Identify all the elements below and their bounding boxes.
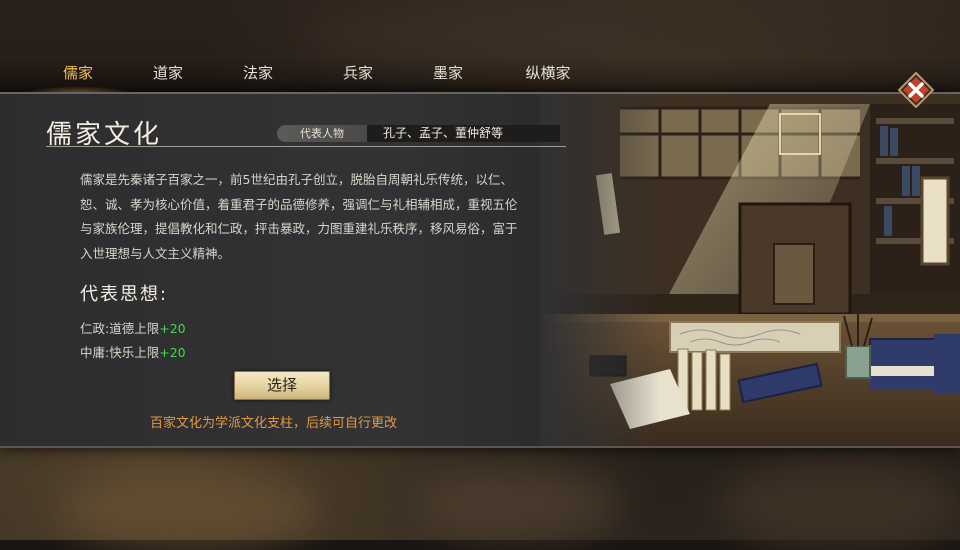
idea-effect: 道德上限 — [109, 321, 160, 336]
idea-item: 中庸:快乐上限+20 — [80, 342, 186, 361]
close-x-icon — [897, 71, 935, 109]
ideas-heading: 代表思想: — [80, 284, 169, 305]
tab-diplomacy[interactable]: 纵横家 — [518, 56, 578, 92]
idea-bonus: +20 — [159, 345, 186, 360]
representative-label: 代表人物 — [277, 125, 367, 142]
school-detail-panel: 儒家文化 代表人物 孔子、孟子、董仲舒等 儒家是先秦诸子百家之一，前5世纪由孔子… — [0, 92, 960, 448]
title-divider — [46, 146, 566, 147]
school-note: 百家文化为学派文化支柱，后续可自行更改 — [150, 416, 398, 431]
school-tab-bar: 儒家 道家 法家 兵家 墨家 纵横家 — [0, 56, 960, 96]
school-description: 儒家是先秦诸子百家之一，前5世纪由孔子创立，脱胎自周朝礼乐传统，以仁、恕、诚、孝… — [80, 172, 518, 261]
idea-name: 中庸 — [80, 345, 106, 360]
tab-military[interactable]: 兵家 — [328, 56, 388, 92]
idea-item: 仁政:道德上限+20 — [80, 318, 186, 337]
select-button[interactable]: 选择 — [234, 371, 330, 400]
close-button[interactable] — [897, 71, 935, 109]
idea-name: 仁政 — [80, 321, 106, 336]
tab-confucianism[interactable]: 儒家 — [18, 56, 138, 96]
tab-taoism[interactable]: 道家 — [138, 56, 198, 92]
idea-effect: 快乐上限 — [109, 345, 160, 360]
representative-value: 孔子、孟子、董仲舒等 — [367, 125, 560, 142]
idea-bonus: +20 — [159, 321, 186, 336]
tab-mohism[interactable]: 墨家 — [418, 56, 478, 92]
tab-legalism[interactable]: 法家 — [228, 56, 288, 92]
